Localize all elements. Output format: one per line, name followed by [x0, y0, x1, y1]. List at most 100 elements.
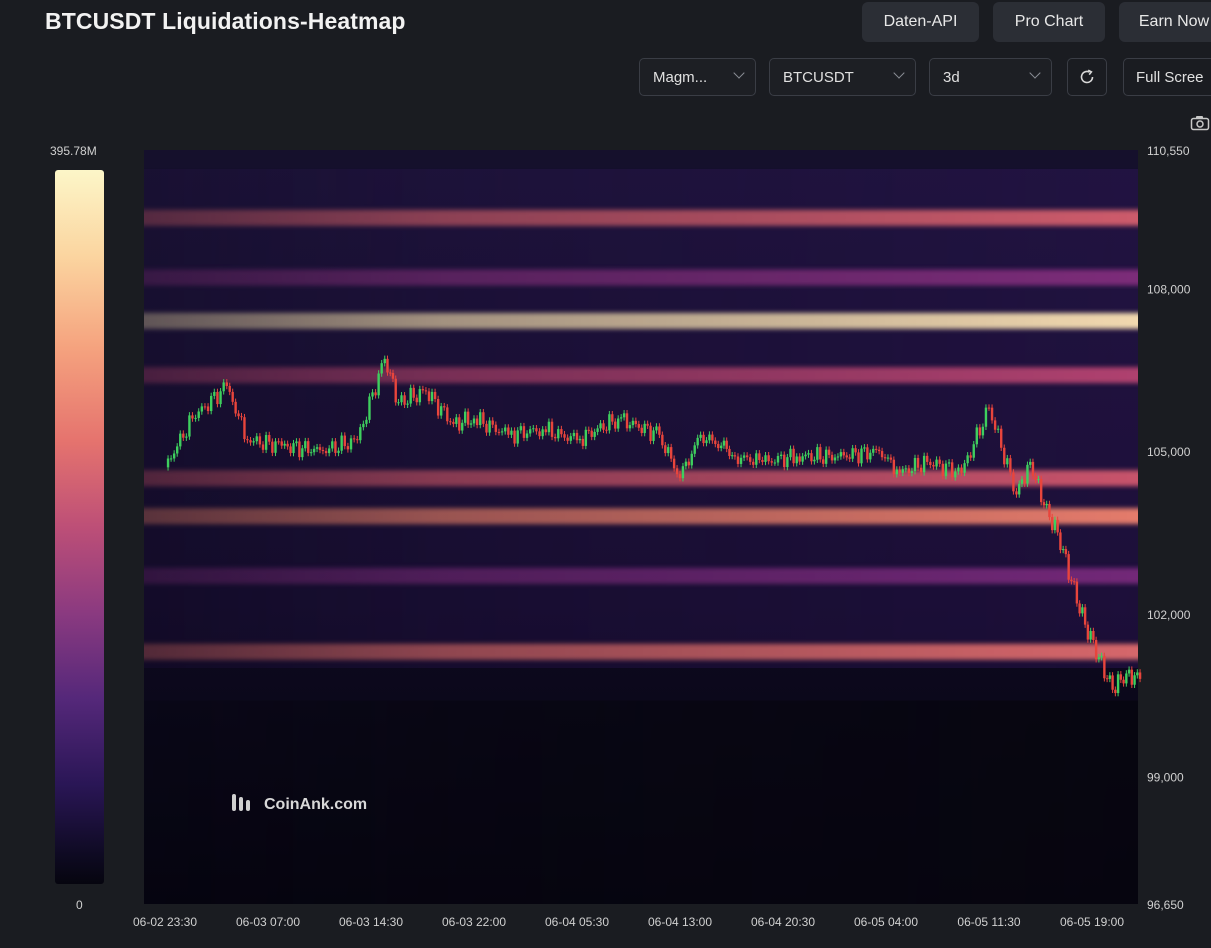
candle-body	[191, 415, 193, 418]
candle-body	[243, 417, 245, 439]
candle-body	[854, 448, 856, 452]
candle-body	[365, 420, 367, 424]
candle-body	[240, 416, 242, 417]
timeframe-select[interactable]: 3d	[929, 58, 1052, 96]
candle-body	[945, 464, 947, 477]
candle-body	[198, 411, 200, 417]
liquidation-band	[144, 568, 1138, 584]
candle-body	[705, 440, 707, 443]
heatmap-bands	[144, 169, 1138, 904]
candle-body	[492, 421, 494, 425]
candle-body	[1078, 603, 1080, 613]
candle-body	[1076, 582, 1078, 604]
candle-body	[923, 456, 925, 472]
candle-body	[237, 413, 239, 416]
candle-body	[229, 386, 231, 392]
candle-body	[840, 452, 842, 456]
y-tick-label: 99,000	[1147, 771, 1184, 785]
watermark-text: CoinAnk.com	[264, 796, 367, 813]
candle-body	[1040, 479, 1042, 502]
candle-body	[771, 461, 773, 462]
candle-body	[283, 444, 285, 446]
liquidation-band	[144, 313, 1138, 329]
candle-body	[646, 424, 648, 426]
y-tick-label: 96,650	[1147, 898, 1184, 912]
candle-body	[1070, 580, 1072, 582]
data-api-button[interactable]: Daten-API	[862, 2, 979, 42]
page-title: BTCUSDT Liquidations-Heatmap	[45, 8, 406, 35]
candle-body	[452, 422, 454, 424]
full-screen-button[interactable]: Full Scree	[1123, 58, 1211, 96]
candle-body	[849, 457, 851, 458]
candle-body	[887, 458, 889, 459]
candle-body	[1136, 672, 1138, 675]
candle-body	[173, 453, 175, 458]
candle-body	[449, 421, 451, 422]
candle-body	[834, 457, 836, 460]
candle-body	[843, 452, 845, 455]
x-tick-label: 06-03 14:30	[339, 915, 403, 929]
candle-body	[764, 455, 766, 462]
camera-icon[interactable]	[1190, 114, 1210, 132]
candle-body	[884, 457, 886, 458]
candle-body	[792, 449, 794, 463]
candle-body	[758, 453, 760, 460]
timeframe-value: 3d	[943, 69, 960, 86]
candle-body	[380, 363, 382, 373]
liquidation-band	[144, 367, 1138, 383]
candle-body	[1059, 532, 1061, 550]
candle-body	[890, 458, 892, 460]
candle-body	[831, 455, 833, 461]
candle-body	[857, 452, 859, 463]
candle-body	[395, 379, 397, 403]
candle-body	[1000, 429, 1002, 448]
candle-body	[545, 429, 547, 432]
candle-body	[869, 453, 871, 460]
symbol-value: BTCUSDT	[783, 69, 854, 86]
candle-body	[479, 412, 481, 425]
candle-body	[340, 436, 342, 451]
candle-body	[1125, 673, 1127, 683]
candle-body	[638, 424, 640, 428]
candle-body	[798, 456, 800, 461]
color-scheme-select[interactable]: Magm...	[639, 58, 756, 96]
refresh-button[interactable]	[1067, 58, 1107, 96]
watermark: CoinAnk.com	[232, 794, 367, 813]
candle-body	[908, 468, 910, 473]
candle-body	[620, 417, 622, 418]
candle-body	[386, 359, 388, 373]
candle-body	[579, 439, 581, 440]
candle-body	[679, 474, 681, 478]
candle-body	[413, 388, 415, 398]
coinank-logo-icon	[232, 794, 250, 811]
candle-body	[170, 458, 172, 459]
candle-body	[234, 402, 236, 414]
candle-body	[1021, 479, 1023, 483]
candle-body	[951, 462, 953, 477]
candle-body	[495, 425, 497, 432]
candle-body	[777, 456, 779, 462]
candle-body	[548, 422, 550, 432]
plot-area	[144, 150, 1138, 904]
candle-body	[1034, 476, 1036, 480]
candle-body	[851, 448, 853, 459]
candle-body	[1087, 625, 1089, 640]
candle-body	[997, 429, 999, 430]
candle-body	[670, 447, 672, 459]
candle-body	[786, 457, 788, 467]
symbol-select[interactable]: BTCUSDT	[769, 58, 916, 96]
candle-body	[643, 424, 645, 433]
candle-body	[875, 449, 877, 450]
pro-chart-button[interactable]: Pro Chart	[993, 2, 1105, 42]
candle-body	[591, 431, 593, 437]
candle-body	[1009, 458, 1011, 472]
x-tick-label: 06-05 19:00	[1060, 915, 1124, 929]
candle-body	[1117, 674, 1119, 693]
y-tick-label: 102,000	[1147, 608, 1191, 622]
candle-body	[1100, 656, 1102, 657]
candle-body	[431, 392, 433, 401]
earn-now-button[interactable]: Earn Now	[1119, 2, 1211, 42]
candle-body	[905, 468, 907, 469]
page: { "title": "BTCUSDT Liquidations-Heatmap…	[0, 0, 1211, 948]
candle-body	[557, 429, 559, 438]
